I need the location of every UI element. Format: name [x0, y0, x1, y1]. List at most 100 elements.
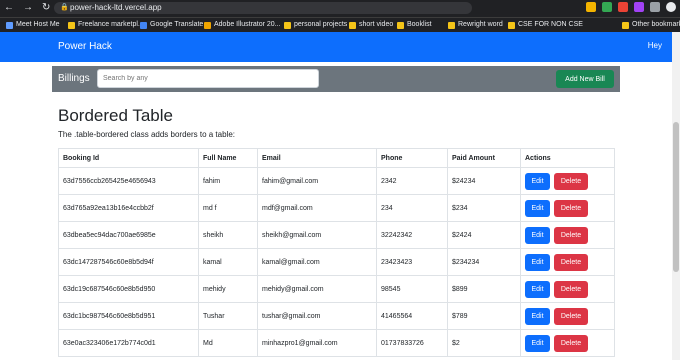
full-name-cell: mehidy: [198, 275, 258, 303]
bookmark-label: personal projects: [294, 21, 348, 28]
billing-table: Booking Id Full Name Email Phone Paid Am…: [58, 148, 615, 357]
booking-id-cell: 63dc19c687546c60e8b5d950: [58, 275, 199, 303]
brand[interactable]: Power Hack: [58, 41, 112, 52]
extension-icon[interactable]: [634, 2, 644, 12]
extension-icon[interactable]: [586, 2, 596, 12]
scrollbar-thumb[interactable]: [673, 122, 679, 272]
bookmark-label: Booklist: [407, 21, 432, 28]
extension-icon[interactable]: [618, 2, 628, 12]
full-name-cell: Md: [198, 329, 258, 357]
edit-button[interactable]: Edit: [525, 199, 550, 217]
column-header: Actions: [520, 148, 615, 168]
bookmark-item[interactable]: personal projects: [284, 19, 347, 31]
actions-cell: Edit Delete: [520, 275, 615, 303]
bookmark-label: Google Translate: [150, 21, 204, 28]
bookmark-item[interactable]: CSE FOR NON CSE: [508, 19, 583, 31]
toolbar-title: Billings: [58, 73, 90, 84]
search-input[interactable]: [97, 69, 319, 88]
table-row: 63dc147287546c60e8b5d94f kamal kamal@gmail…: [58, 248, 615, 276]
avatar[interactable]: [666, 2, 676, 12]
table-row: 63d7556ccb265425e4656943 fahim fahim@gmail…: [58, 167, 615, 195]
bookmark-label: short video: [359, 21, 394, 28]
edit-button[interactable]: Edit: [525, 226, 550, 244]
browser-toolbar: ← → ↻ 🔒 power-hack-ltd.vercel.app: [0, 0, 680, 17]
forward-icon[interactable]: →: [23, 2, 33, 13]
delete-button[interactable]: Delete: [554, 280, 588, 298]
table-header-row: Booking Id Full Name Email Phone Paid Am…: [58, 148, 615, 168]
paid-amount-cell: $2: [447, 329, 521, 357]
full-name-cell: sheikh: [198, 221, 258, 249]
delete-button[interactable]: Delete: [554, 334, 588, 352]
bookmark-icon: [397, 21, 404, 29]
bookmark-item[interactable]: Google Translate: [140, 19, 203, 31]
delete-button[interactable]: Delete: [554, 307, 588, 325]
edit-button[interactable]: Edit: [525, 280, 550, 298]
puzzle-icon[interactable]: [650, 2, 660, 12]
billing-toolbar: Billings Add New Bill: [52, 66, 620, 92]
page-title: Bordered Table: [58, 106, 173, 125]
phone-cell: 2342: [376, 167, 448, 195]
paid-amount-cell: $24234: [447, 167, 521, 195]
delete-button[interactable]: Delete: [554, 226, 588, 244]
edit-button[interactable]: Edit: [525, 172, 550, 190]
booking-id-cell: 63e0ac323406e172b774c0d1: [58, 329, 199, 357]
bookmark-label: Other bookmarks: [632, 21, 680, 28]
bookmark-item[interactable]: Other bookmarks: [622, 19, 680, 31]
email-cell: kamal@gmail.com: [257, 248, 377, 276]
scrollbar[interactable]: [672, 32, 680, 360]
bookmark-item[interactable]: short video: [349, 19, 393, 31]
email-cell: sheikh@gmail.com: [257, 221, 377, 249]
full-name-cell: kamal: [198, 248, 258, 276]
bookmark-icon: [6, 21, 13, 29]
bookmark-label: Rewright word: [458, 21, 503, 28]
address-bar[interactable]: 🔒 power-hack-ltd.vercel.app: [54, 2, 472, 14]
bookmark-label: Meet Host Me: [16, 21, 60, 28]
booking-id-cell: 63dc147287546c60e8b5d94f: [58, 248, 199, 276]
actions-cell: Edit Delete: [520, 221, 615, 249]
bookmark-icon: [349, 21, 356, 29]
lock-icon: 🔒: [60, 4, 69, 11]
paid-amount-cell: $234234: [447, 248, 521, 276]
extension-icon[interactable]: [602, 2, 612, 12]
edit-button[interactable]: Edit: [525, 307, 550, 325]
email-cell: mdf@gmail.com: [257, 194, 377, 222]
email-cell: minhazpro1@gmail.com: [257, 329, 377, 357]
add-new-bill-button[interactable]: Add New Bill: [556, 70, 614, 88]
email-cell: mehidy@gmail.com: [257, 275, 377, 303]
booking-id-cell: 63d7556ccb265425e4656943: [58, 167, 199, 195]
navbar: Power Hack Hey: [0, 32, 672, 62]
booking-id-cell: 63dc1bc987546c60e8b5d951: [58, 302, 199, 330]
delete-button[interactable]: Delete: [554, 172, 588, 190]
booking-id-cell: 63dbea5ec94dac700ae6985e: [58, 221, 199, 249]
bookmark-item[interactable]: Rewright word: [448, 19, 503, 31]
browser-nav: ← → ↻: [4, 2, 50, 13]
phone-cell: 234: [376, 194, 448, 222]
email-cell: tushar@gmail.com: [257, 302, 377, 330]
user-greeting: Hey: [647, 41, 662, 50]
edit-button[interactable]: Edit: [525, 253, 550, 271]
url-text: power-hack-ltd.vercel.app: [70, 3, 162, 12]
bookmark-icon: [448, 21, 455, 29]
full-name-cell: Tushar: [198, 302, 258, 330]
phone-cell: 98545: [376, 275, 448, 303]
delete-button[interactable]: Delete: [554, 253, 588, 271]
delete-button[interactable]: Delete: [554, 199, 588, 217]
bookmark-icon: [68, 21, 75, 29]
bookmark-item[interactable]: Adobe Illustrator 20...: [204, 19, 281, 31]
paid-amount-cell: $234: [447, 194, 521, 222]
phone-cell: 41465564: [376, 302, 448, 330]
bookmark-icon: [284, 21, 291, 29]
table-row: 63dc19c687546c60e8b5d950 mehidy mehidy@gma…: [58, 275, 615, 303]
bookmark-item[interactable]: Freelance marketpl...: [68, 19, 144, 31]
actions-cell: Edit Delete: [520, 248, 615, 276]
bookmark-item[interactable]: Booklist: [397, 19, 432, 31]
reload-icon[interactable]: ↻: [42, 2, 50, 13]
edit-button[interactable]: Edit: [525, 334, 550, 352]
column-header: Paid Amount: [447, 148, 521, 168]
actions-cell: Edit Delete: [520, 194, 615, 222]
phone-cell: 32242342: [376, 221, 448, 249]
back-icon[interactable]: ←: [4, 2, 14, 13]
bookmark-label: Adobe Illustrator 20...: [214, 21, 281, 28]
bookmark-item[interactable]: Meet Host Me: [6, 19, 60, 31]
bookmark-icon: [508, 21, 515, 29]
